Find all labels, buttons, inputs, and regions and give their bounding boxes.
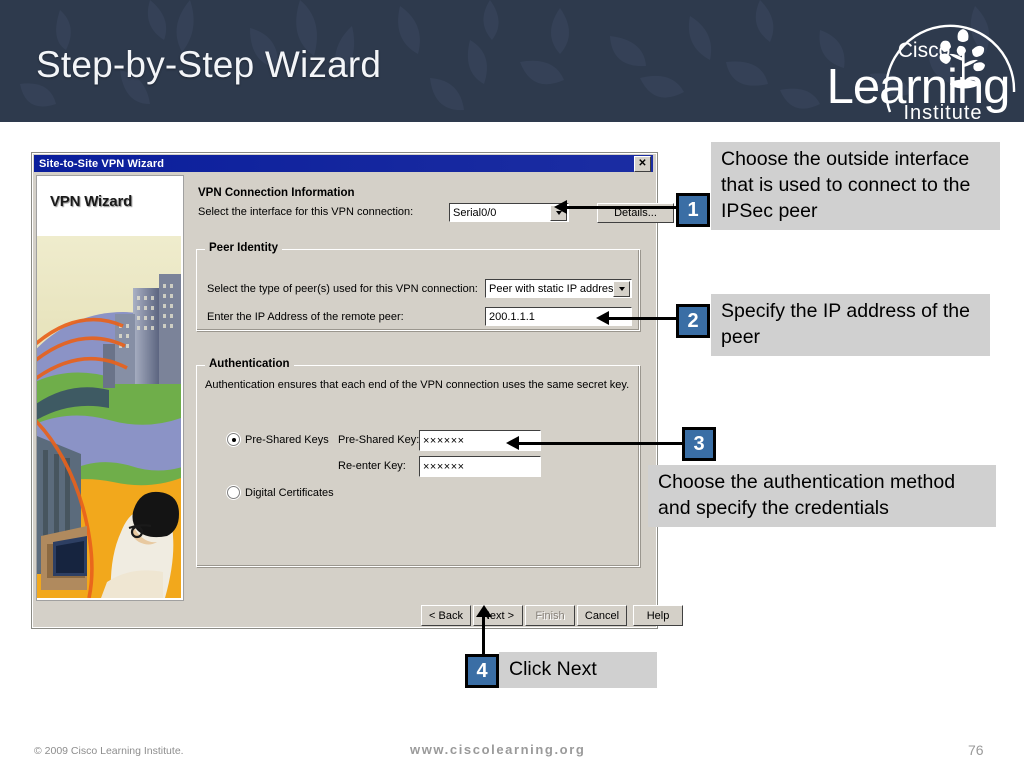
pre-shared-key-value: ×××××× xyxy=(423,434,465,447)
finish-button: Finish xyxy=(525,605,575,626)
page-title: Step-by-Step Wizard xyxy=(36,44,382,85)
peer-ip-value: 200.1.1.1 xyxy=(489,310,535,323)
callout-1-arrow-head xyxy=(554,200,567,214)
back-button[interactable]: < Back xyxy=(421,605,471,626)
cisco-learning-institute-logo: Cisco Learning Institute xyxy=(827,24,1016,120)
callout-3-badge: 3 xyxy=(682,427,716,461)
callout-4-text: Click Next xyxy=(499,652,657,688)
callout-2-text: Specify the IP address of the peer xyxy=(711,294,990,356)
interface-label: Select the interface for this VPN connec… xyxy=(198,206,414,218)
svg-text:Institute: Institute xyxy=(903,102,982,120)
help-button[interactable]: Help xyxy=(633,605,683,626)
wizard-sidebar: VPN Wizard xyxy=(36,175,184,601)
footer-page-number: 76 xyxy=(968,742,984,758)
radio-selected-icon xyxy=(227,433,240,446)
dialog-button-bar: < Back Next > Finish Cancel Help xyxy=(36,605,683,626)
vpn-connection-heading: VPN Connection Information xyxy=(198,187,355,199)
radio-pre-shared-keys-label: Pre-Shared Keys xyxy=(245,433,329,446)
svg-text:Cisco: Cisco xyxy=(898,39,951,62)
wizard-sidebar-title: VPN Wizard xyxy=(50,193,133,210)
chevron-down-icon-2[interactable] xyxy=(613,281,630,297)
pre-shared-key-input[interactable]: ×××××× xyxy=(419,430,541,451)
reenter-key-input[interactable]: ×××××× xyxy=(419,456,541,477)
callout-1-badge: 1 xyxy=(676,193,710,227)
radio-pre-shared-keys[interactable]: Pre-Shared Keys xyxy=(227,433,329,446)
interface-select[interactable]: Serial0/0 xyxy=(449,203,569,222)
authentication-group: Authentication xyxy=(196,358,640,567)
reenter-key-label: Re-enter Key: xyxy=(338,460,406,472)
callout-3-arrow-line xyxy=(518,442,686,445)
callout-1-text: Choose the outside interface that is use… xyxy=(711,142,1000,230)
radio-digital-certificates[interactable]: Digital Certificates xyxy=(227,486,334,499)
vpn-illustration xyxy=(37,236,181,598)
authentication-description: Authentication ensures that each end of … xyxy=(205,379,630,391)
vpn-wizard-dialog: Site-to-Site VPN Wizard ✕ VPN Wizard VPN… xyxy=(31,152,683,629)
dialog-titlebar[interactable]: Site-to-Site VPN Wizard ✕ xyxy=(34,155,653,172)
callout-4-arrow-head xyxy=(476,605,492,617)
callout-2-arrow-head xyxy=(596,311,609,325)
peer-ip-label: Enter the IP Address of the remote peer: xyxy=(207,311,404,323)
callout-4-badge: 4 xyxy=(465,654,499,688)
authentication-heading: Authentication xyxy=(205,358,294,370)
footer-url: www.ciscolearning.org xyxy=(410,742,586,757)
callout-2-arrow-line xyxy=(608,317,686,320)
footer-copyright: © 2009 Cisco Learning Institute. xyxy=(34,745,184,757)
reenter-key-value: ×××××× xyxy=(423,460,465,473)
slide: Step-by-Step Wizard Cisco Learning Insti… xyxy=(0,0,1024,768)
peer-type-select[interactable]: Peer with static IP address xyxy=(485,279,632,298)
interface-select-value: Serial0/0 xyxy=(453,206,497,219)
pre-shared-key-label: Pre-Shared Key: xyxy=(338,434,420,446)
close-icon[interactable]: ✕ xyxy=(634,156,651,172)
radio-digital-certificates-label: Digital Certificates xyxy=(245,486,334,499)
radio-unselected-icon xyxy=(227,486,240,499)
peer-identity-heading: Peer Identity xyxy=(205,242,283,254)
header-divider xyxy=(0,122,1024,126)
dialog-title: Site-to-Site VPN Wizard xyxy=(39,157,165,170)
callout-3-text: Choose the authentication method and spe… xyxy=(648,465,996,527)
peer-type-select-value: Peer with static IP address xyxy=(489,282,620,295)
cancel-button[interactable]: Cancel xyxy=(577,605,627,626)
callout-2-badge: 2 xyxy=(676,304,710,338)
peer-type-label: Select the type of peer(s) used for this… xyxy=(207,283,478,295)
callout-3-arrow-head xyxy=(506,436,519,450)
callout-1-arrow-line xyxy=(566,206,686,209)
wizard-content: VPN Connection Information Select the in… xyxy=(186,175,674,599)
header-banner: Step-by-Step Wizard Cisco Learning Insti… xyxy=(0,0,1024,122)
